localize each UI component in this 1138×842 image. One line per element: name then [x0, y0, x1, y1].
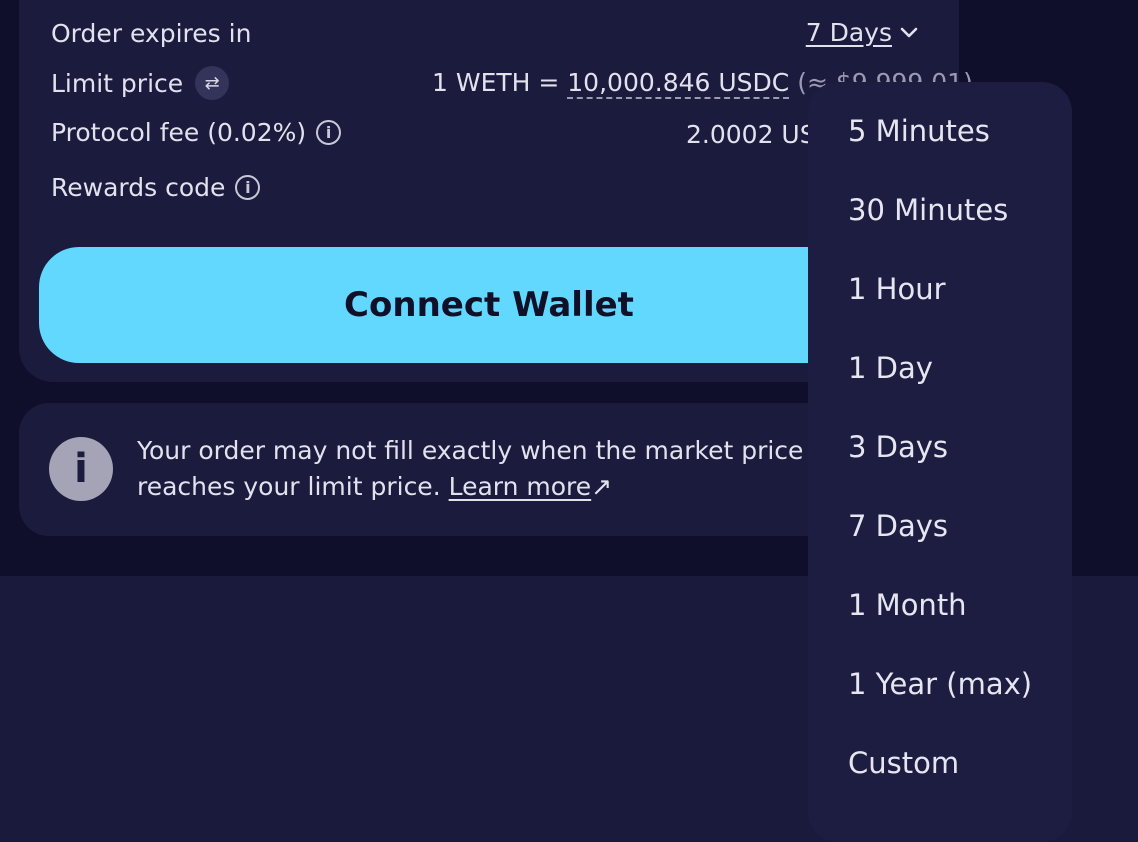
dropdown-option[interactable]: 1 Day	[848, 351, 933, 385]
dropdown-option[interactable]: 7 Days	[848, 509, 948, 543]
connect-wallet-button[interactable]: Connect Wallet	[39, 247, 939, 363]
limit-amount[interactable]: 10,000.846 USDC	[567, 68, 790, 99]
dropdown-option[interactable]: Custom	[848, 746, 959, 780]
notice-text: Your order may not fill exactly when the…	[137, 433, 807, 513]
dropdown-option[interactable]: 1 Month	[848, 588, 967, 622]
expiry-dropdown-menu: 5 Minutes 30 Minutes 1 Hour 1 Day 3 Days…	[808, 82, 1072, 842]
dropdown-option[interactable]: 30 Minutes	[848, 193, 1008, 227]
rewards-label: Rewards code	[51, 173, 226, 202]
info-icon: i	[49, 437, 113, 501]
dropdown-option[interactable]: 1 Hour	[848, 272, 946, 306]
protocol-fee-label: Protocol fee (0.02%)	[51, 118, 307, 147]
limit-price-row: Limit price ⇄	[51, 66, 230, 100]
learn-more-link[interactable]: Learn more	[449, 472, 592, 501]
dropdown-option[interactable]: 3 Days	[848, 430, 948, 464]
chevron-down-icon	[900, 27, 918, 37]
expires-label: Order expires in	[51, 19, 252, 48]
expires-value: 7 Days	[805, 18, 892, 47]
external-link-icon: ↗	[591, 472, 613, 501]
limit-price-label: Limit price	[51, 68, 184, 98]
notice-line-1: Your order may not fill exactly when the…	[137, 436, 804, 465]
expires-row: Order expires in	[51, 19, 251, 48]
info-icon[interactable]: i	[235, 175, 261, 200]
swap-icon[interactable]: ⇄	[195, 66, 230, 100]
notice-line-2-text: reaches your limit price.	[137, 472, 449, 501]
limit-prefix: 1 WETH =	[432, 68, 568, 97]
expires-dropdown-toggle[interactable]: 7 Days	[806, 18, 918, 47]
protocol-fee-row: Protocol fee (0.02%) i	[51, 118, 342, 147]
notice-line-2: reaches your limit price. Learn more↗	[137, 469, 807, 505]
rewards-row: Rewards code i	[51, 173, 261, 202]
info-icon[interactable]: i	[316, 120, 342, 145]
dropdown-option[interactable]: 5 Minutes	[848, 114, 990, 148]
dropdown-option[interactable]: 1 Year (max)	[848, 667, 1032, 701]
